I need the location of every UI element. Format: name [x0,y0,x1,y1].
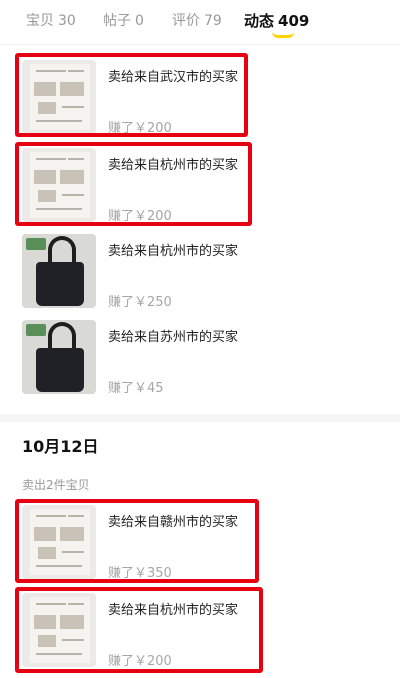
tab-items-count: 30 [58,13,76,29]
profile-tabs: 宝贝 30 帖子 0 评价 79 动态 409 [0,0,400,44]
tab-activity-count: 409 [278,12,310,30]
sale-title: 卖给来自杭州市的买家 [108,603,239,618]
tab-reviews-count: 79 [204,13,222,29]
sale-item[interactable]: 卖给来自苏州市的买家 赚了￥45 [22,320,382,396]
sale-earned: 赚了￥200 [108,209,172,224]
sale-item[interactable]: 卖给来自赣州市的买家 赚了￥350 [22,505,382,581]
active-tab-indicator [272,32,294,38]
section-divider [0,414,400,422]
tab-items-label: 宝贝 [26,13,54,29]
sale-earned: 赚了￥250 [108,295,172,310]
black-tote-bag-icon [22,234,96,308]
sale-item[interactable]: 卖给来自杭州市的买家 赚了￥200 [22,593,382,669]
tab-reviews-label: 评价 [172,13,200,29]
sale-earned: 赚了￥350 [108,566,172,581]
tab-activity-label: 动态 [244,12,275,30]
sale-earned: 赚了￥45 [108,381,164,396]
document-photo-icon [22,60,96,134]
tab-posts-label: 帖子 [103,13,131,29]
sale-item[interactable]: 卖给来自杭州市的买家 赚了￥250 [22,234,382,310]
sale-title: 卖给来自杭州市的买家 [108,158,239,173]
document-photo-icon [22,148,96,222]
sale-title: 卖给来自杭州市的买家 [108,244,239,259]
tab-items[interactable]: 宝贝 30 [26,10,76,30]
sale-title: 卖给来自武汉市的买家 [108,70,239,85]
black-tote-bag-icon [22,320,96,394]
sale-item[interactable]: 卖给来自杭州市的买家 赚了￥200 [22,148,382,224]
tab-posts[interactable]: 帖子 0 [103,10,144,30]
sale-item[interactable]: 卖给来自武汉市的买家 赚了￥200 [22,60,382,136]
document-photo-icon [22,593,96,667]
sale-earned: 赚了￥200 [108,654,172,669]
tab-reviews[interactable]: 评价 79 [172,10,222,30]
tab-activity[interactable]: 动态 409 [244,10,309,31]
section-date: 10月12日 [22,437,99,456]
sale-title: 卖给来自赣州市的买家 [108,515,239,530]
sale-earned: 赚了￥200 [108,121,172,136]
section-summary: 卖出2件宝贝 [22,478,90,492]
tab-posts-count: 0 [135,13,144,29]
document-photo-icon [22,505,96,579]
sale-title: 卖给来自苏州市的买家 [108,330,239,345]
tabs-divider [0,44,400,45]
